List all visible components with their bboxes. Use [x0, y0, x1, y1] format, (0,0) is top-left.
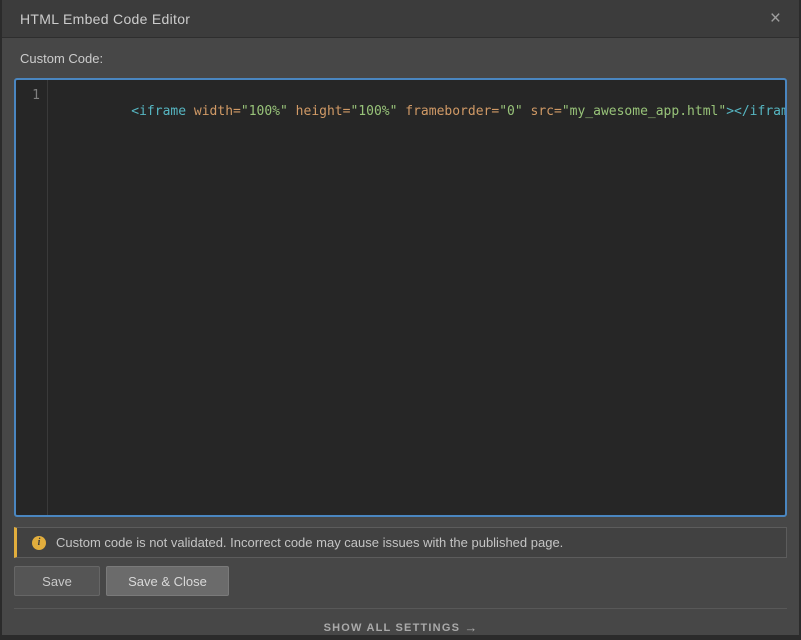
save-button[interactable]: Save	[14, 566, 100, 596]
code-editor[interactable]: 1 <iframe width="100%" height="100%" fra…	[14, 78, 787, 517]
page-background: HTML Embed Code Editor × Custom Code: 1 …	[0, 0, 801, 640]
line-number: 1	[32, 88, 40, 103]
footer-divider	[14, 608, 787, 609]
custom-code-label: Custom Code:	[20, 51, 787, 66]
show-all-settings-label: SHOW ALL SETTINGS	[324, 622, 461, 634]
html-embed-editor-dialog: HTML Embed Code Editor × Custom Code: 1 …	[2, 0, 799, 635]
code-line: <iframe width="100%" height="100%" frame…	[131, 104, 787, 119]
warning-banner: i Custom code is not validated. Incorrec…	[14, 527, 787, 558]
close-icon[interactable]: ×	[770, 9, 781, 28]
arrow-right-icon: →	[464, 620, 477, 635]
editor-gutter: 1	[16, 80, 48, 515]
button-row: Save Save & Close	[14, 566, 787, 596]
warning-text: Custom code is not validated. Incorrect …	[56, 535, 563, 550]
show-all-settings-link[interactable]: SHOW ALL SETTINGS →	[14, 620, 787, 635]
code-area[interactable]: <iframe width="100%" height="100%" frame…	[48, 80, 787, 515]
info-icon: i	[32, 536, 46, 550]
dialog-titlebar: HTML Embed Code Editor ×	[2, 0, 799, 38]
save-close-button[interactable]: Save & Close	[106, 566, 229, 596]
dialog-title: HTML Embed Code Editor	[20, 11, 190, 27]
dialog-body: Custom Code: 1 <iframe width="100%" heig…	[2, 38, 799, 635]
